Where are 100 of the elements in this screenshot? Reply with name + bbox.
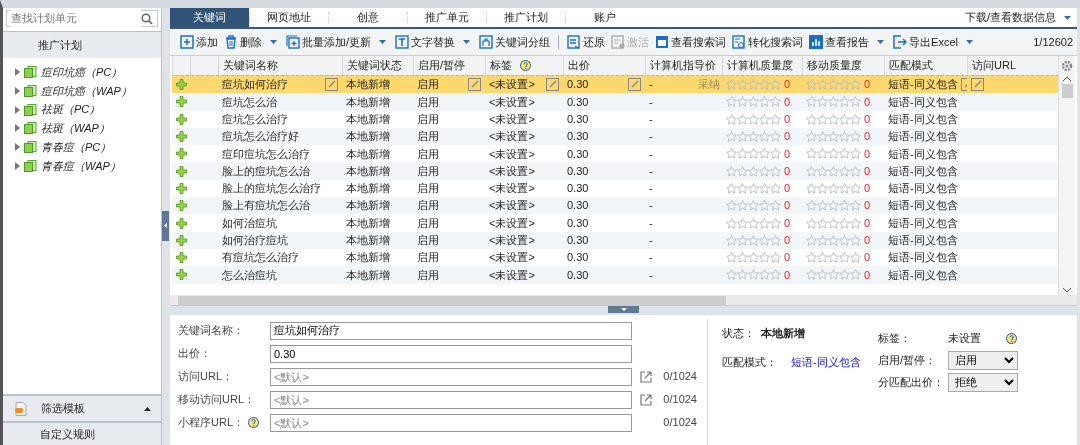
plus-icon[interactable] [176,269,187,281]
collapse-handle[interactable] [608,306,639,313]
column-header[interactable]: 计算机质量度 [727,57,793,74]
search-field[interactable]: 查找计划单元 [6,10,158,27]
star-icon [817,234,828,246]
scrollbar-thumb[interactable] [178,295,726,305]
tab[interactable]: 关键词 [170,8,249,27]
input-field[interactable]: <默认> [270,413,632,432]
expand-arrow-icon[interactable] [15,143,20,152]
toolbar-button[interactable]: 关键词分组 [477,32,553,52]
scroll-down-icon[interactable] [1063,288,1071,293]
column-header[interactable]: 计算机指导价 [650,57,716,74]
expand-arrow-icon[interactable] [15,161,20,170]
input-field[interactable]: 0.30 [270,344,632,363]
scrollbar-thumb[interactable] [1061,84,1073,98]
star-icon [806,165,817,177]
plus-icon[interactable] [176,96,187,108]
column-header[interactable]: 标签 [490,57,512,74]
plus-icon[interactable] [176,200,187,212]
filter-panel-title: 筛选模板 [41,401,85,417]
column-header[interactable]: 关键词名称 [223,57,278,74]
external-link-icon[interactable] [640,370,652,383]
table-cell-text: <未设置> [489,163,535,179]
star-icon [839,269,850,281]
star-icon [770,96,781,108]
plan-item[interactable]: 祛斑（PC） [41,101,101,118]
plus-icon[interactable] [176,113,187,125]
star-icon [737,269,748,281]
table-cell-text: <未设置> [489,112,535,127]
table-cell-text: 短语-同义包含 [888,129,958,145]
plan-item[interactable]: 青春痘（WAP） [41,157,121,175]
plan-item[interactable]: 痘印坑癌（WAP） [41,82,132,100]
edit-icon[interactable] [628,78,641,92]
table-cell-text: 0.30 [567,146,589,162]
help-icon[interactable] [1006,332,1017,344]
edit-icon[interactable] [546,78,559,92]
input-field[interactable]: <默认> [270,390,632,409]
star-icon [839,96,850,108]
input-field[interactable]: <默认> [270,367,632,386]
edit-icon[interactable] [468,78,481,92]
match-mode-link[interactable]: 短语-同义包含 [791,353,861,370]
search-icon[interactable] [141,12,153,25]
plus-icon[interactable] [176,182,187,194]
toolbar-button[interactable]: 导出Excel [891,32,975,52]
star-icon [759,165,770,177]
collapse-handle[interactable] [162,210,169,241]
dropdown[interactable]: 启用 [948,350,1018,370]
star-icon [737,234,748,246]
plus-icon[interactable] [176,148,187,160]
plan-item[interactable]: 痘印坑癌（PC） [41,64,123,81]
toolbar-button[interactable]: 添加 [178,32,220,52]
column-header[interactable]: 关键词状态 [347,57,402,74]
dropdown[interactable]: 拒绝 [948,372,1018,392]
star-icon [817,252,828,264]
column-header[interactable]: 移动质量度 [807,57,862,74]
plus-icon[interactable] [176,217,187,229]
column-header[interactable]: 启用/暂停 [418,57,466,74]
table-cell-text: 启用 [417,146,439,162]
plan-item[interactable]: 祛斑（WAP） [41,120,110,137]
input-field[interactable]: 痘坑如何治疗 [270,321,632,340]
caret-icon[interactable] [144,406,151,411]
edit-icon[interactable] [325,78,338,92]
star-icon [839,113,850,125]
column-header[interactable]: 访问URL [972,57,1016,74]
column-header[interactable]: 匹配模式 [889,57,933,74]
toolbar-button[interactable]: 文字替换 [393,32,473,52]
toolbar-button[interactable]: 批量添加/更新 [284,32,389,52]
expand-arrow-icon[interactable] [15,68,20,77]
toolbar-button[interactable]: 查看搜索词 [653,32,729,52]
toolbar-button[interactable]: 转化搜索词 [730,32,806,52]
table-cell-text: 启用 [417,129,439,145]
plus-icon[interactable] [176,234,187,246]
table-cell-text: <未设置> [489,77,535,93]
help-icon[interactable] [520,60,531,71]
table-cell-text: 短语-同义包含 [888,198,958,214]
plus-icon[interactable] [176,131,187,143]
column-header[interactable]: 出价 [568,57,590,74]
filter-panel-header[interactable]: 筛选模板 [3,394,161,421]
toolbar-button[interactable]: 删除 [222,32,279,52]
star-icon [828,200,839,212]
settings-icon[interactable] [1061,60,1073,72]
plus-icon[interactable] [176,252,187,264]
toolbar-button[interactable]: 还原 [565,32,608,52]
star-icon [748,79,759,91]
expand-arrow-icon[interactable] [15,124,20,133]
table-cell-text: <未设置> [489,215,535,231]
edit-icon[interactable] [971,78,984,92]
external-link-icon[interactable] [640,393,652,406]
star-icon [839,217,850,229]
star-icon [817,200,828,212]
help-icon[interactable] [248,417,259,428]
plan-item[interactable]: 青春痘（PC） [41,138,112,156]
toolbar-button[interactable]: 查看报告 [807,32,887,52]
plus-icon[interactable] [176,165,187,177]
download-menu[interactable]: 下载/查看数据信息 [964,9,1056,26]
scroll-up-icon[interactable] [1063,76,1071,81]
expand-arrow-icon[interactable] [15,105,20,114]
expand-arrow-icon[interactable] [15,87,20,96]
table-cell-text: 0.30 [567,233,589,249]
star-icon [817,96,828,108]
